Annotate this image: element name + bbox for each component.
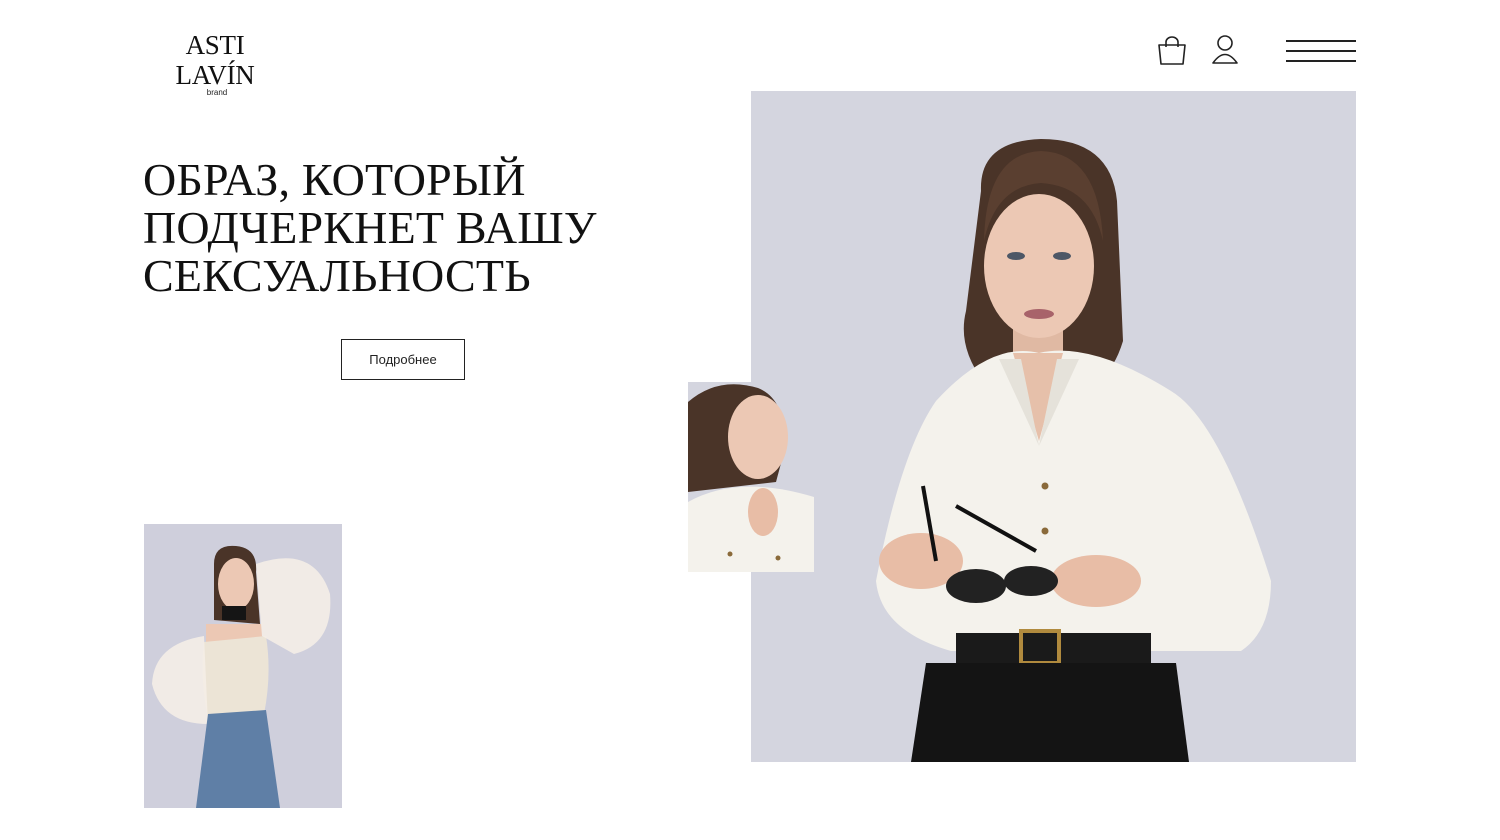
detail-photo[interactable] bbox=[688, 382, 814, 572]
look-photo[interactable] bbox=[144, 524, 342, 808]
shopping-bag-icon[interactable] bbox=[1156, 34, 1188, 66]
hero-main-photo[interactable] bbox=[751, 91, 1356, 762]
logo-subtitle: brand bbox=[206, 88, 228, 97]
more-button[interactable]: Подробнее bbox=[341, 339, 465, 380]
menu-icon[interactable] bbox=[1284, 38, 1358, 66]
hero-title: ОБРАЗ, КОТОРЫЙ ПОДЧЕРКНЕТ ВАШУ СЕКСУАЛЬН… bbox=[143, 156, 597, 300]
hero-title-line-1: ОБРАЗ, КОТОРЫЙ bbox=[143, 154, 526, 205]
hero-title-line-3: СЕКСУАЛЬНОСТЬ bbox=[143, 250, 531, 301]
logo-name: ASTI LAVÍN bbox=[175, 30, 255, 90]
hero-title-line-2: ПОДЧЕРКНЕТ ВАШУ bbox=[143, 202, 597, 253]
brand-logo[interactable]: ASTI LAVÍN brand bbox=[144, 30, 286, 97]
user-icon[interactable] bbox=[1210, 34, 1240, 66]
